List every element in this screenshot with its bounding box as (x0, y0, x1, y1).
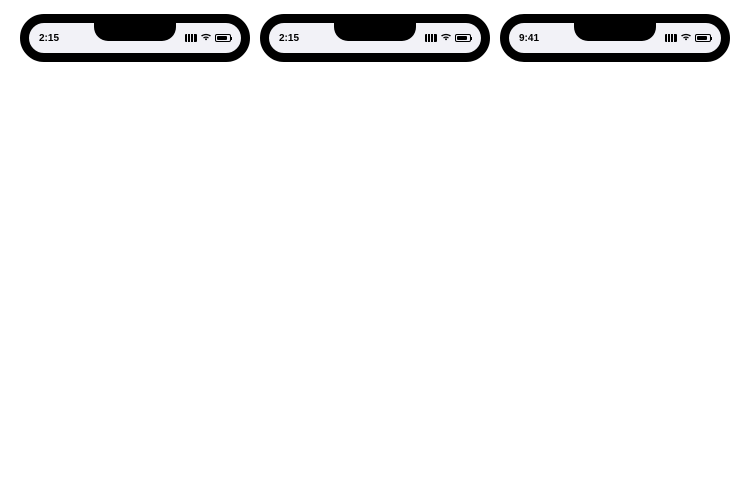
phone-sleep: 9:41 Sleep Done DWM6M TIME IN BED 7hr 48… (500, 14, 730, 62)
wifi-icon (200, 32, 212, 44)
notch (94, 23, 176, 41)
cellular-icon (665, 34, 677, 42)
cellular-icon (425, 34, 437, 42)
battery-icon (455, 34, 471, 42)
phone-summary: 2:15 Summary Average Level OK 73 dB for … (20, 14, 250, 62)
battery-icon (695, 34, 711, 42)
cellular-icon (185, 34, 197, 42)
wifi-icon (680, 32, 692, 44)
wifi-icon (440, 32, 452, 44)
status-time: 2:15 (39, 33, 59, 44)
notch (574, 23, 656, 41)
phone-browse: 2:15 Browse 🔍 Search 👤Body Measurements›… (260, 14, 490, 62)
status-time: 2:15 (279, 33, 299, 44)
notch (334, 23, 416, 41)
battery-icon (215, 34, 231, 42)
status-time: 9:41 (519, 33, 539, 44)
